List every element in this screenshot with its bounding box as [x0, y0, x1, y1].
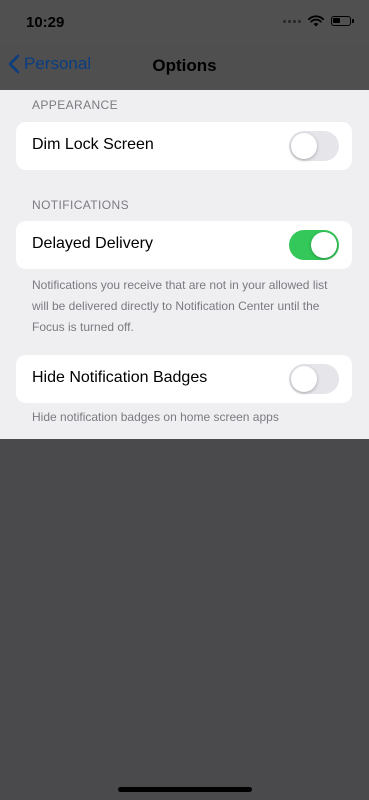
delayed-delivery-toggle[interactable] [289, 230, 339, 260]
page-title: Options [152, 56, 217, 75]
dim-lock-screen-label: Dim Lock Screen [32, 136, 154, 153]
dim-lock-screen-row: Dim Lock Screen [16, 122, 352, 170]
status-icons [283, 15, 354, 27]
wifi-icon [308, 15, 324, 27]
hide-notification-badges-footer: Hide notification badges on home screen … [32, 410, 279, 424]
appearance-section-header: APPEARANCE [32, 98, 119, 112]
hide-notification-badges-toggle[interactable] [289, 364, 339, 394]
delayed-delivery-row: Delayed Delivery [16, 221, 352, 269]
toggle-knob [311, 232, 337, 258]
battery-icon [331, 16, 354, 26]
status-bar: 10:29 [0, 0, 369, 44]
notifications-section-header: NOTIFICATIONS [32, 198, 129, 212]
hide-notification-badges-row: Hide Notification Badges [16, 355, 352, 403]
options-sheet: APPEARANCE Dim Lock Screen NOTIFICATIONS… [0, 90, 369, 439]
delayed-delivery-label: Delayed Delivery [32, 235, 153, 252]
home-indicator[interactable] [118, 787, 252, 792]
dim-lock-screen-toggle[interactable] [289, 131, 339, 161]
toggle-knob [291, 133, 317, 159]
hide-notification-badges-label: Hide Notification Badges [32, 369, 208, 386]
status-time: 10:29 [26, 14, 65, 31]
toggle-knob [291, 366, 317, 392]
navigation-bar: Personal Options [0, 44, 369, 90]
delayed-delivery-footer: Notifications you receive that are not i… [32, 278, 328, 334]
cellular-signal-icon [283, 19, 301, 23]
